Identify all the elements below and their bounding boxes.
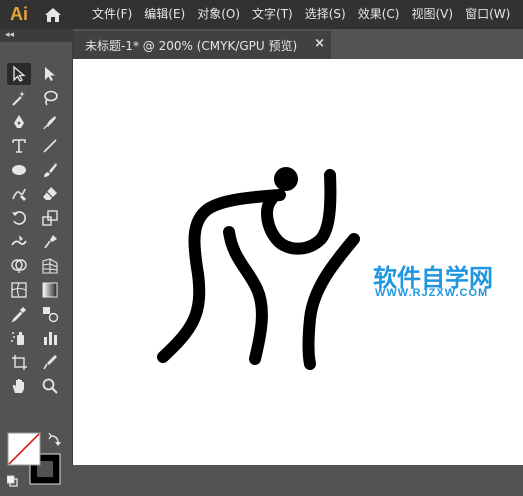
ellipse-icon: [12, 165, 26, 175]
rotate-tool[interactable]: [7, 207, 31, 229]
artboard-tool[interactable]: [7, 351, 31, 373]
scale-tool[interactable]: [38, 207, 62, 229]
menu-type[interactable]: 文字(T): [246, 0, 299, 29]
artboard-icon: [12, 355, 27, 370]
app-logo: Ai: [10, 4, 28, 24]
document-tab[interactable]: 未标题-1* @ 200% (CMYK/GPU 预览) ×: [73, 31, 331, 59]
shaper-icon: [12, 188, 26, 201]
menu-file[interactable]: 文件(F): [86, 0, 138, 29]
default-fill-stroke-icon[interactable]: [6, 475, 18, 487]
menu-window[interactable]: 窗口(W): [459, 0, 516, 29]
perspective-grid-icon: [42, 258, 58, 274]
mesh-tool[interactable]: [7, 279, 31, 301]
blend-icon: [43, 307, 59, 323]
perspective-grid-tool[interactable]: [38, 255, 62, 277]
symbol-sprayer-tool[interactable]: [7, 327, 31, 349]
figure-leg-middle: [223, 226, 268, 365]
lasso-icon: [44, 90, 58, 106]
eyedropper-icon: [11, 307, 26, 323]
warp-tool[interactable]: [7, 231, 31, 253]
paintbrush-icon: [44, 163, 57, 177]
eraser-icon: [43, 187, 57, 200]
shape-builder-icon: [11, 259, 27, 273]
puppet-warp-tool[interactable]: [38, 231, 62, 253]
menu-select[interactable]: 选择(S): [299, 0, 352, 29]
pen-tool[interactable]: [7, 111, 31, 133]
curvature-icon: [43, 116, 56, 130]
slice-icon: [43, 355, 57, 370]
symbol-sprayer-icon: [11, 332, 24, 345]
line-segment-tool[interactable]: [38, 135, 62, 157]
tools-panel: ◂◂: [0, 29, 73, 487]
fill-swatch[interactable]: [7, 432, 41, 466]
column-graph-tool[interactable]: [38, 327, 62, 349]
type-icon: [12, 139, 26, 153]
rotate-icon: [12, 211, 26, 225]
line-segment-icon: [43, 139, 57, 153]
figure-leg-right: [302, 233, 360, 370]
watermark-url: WWW.RJZXW.COM: [375, 287, 489, 299]
ellipse-tool[interactable]: [7, 159, 31, 181]
type-tool[interactable]: [7, 135, 31, 157]
menu-effect[interactable]: 效果(C): [352, 0, 406, 29]
curvature-tool[interactable]: [38, 111, 62, 133]
eraser-tool[interactable]: [38, 183, 62, 205]
hand-tool[interactable]: [7, 375, 31, 397]
paintbrush-tool[interactable]: [38, 159, 62, 181]
menu-object[interactable]: 对象(O): [191, 0, 246, 29]
shape-builder-tool[interactable]: [7, 255, 31, 277]
zoom-icon: [42, 378, 58, 394]
home-button[interactable]: [40, 0, 66, 29]
fill-stroke-swatches: [6, 432, 67, 492]
scale-icon: [42, 210, 58, 226]
blend-tool[interactable]: [38, 303, 62, 325]
selection-tool[interactable]: [7, 63, 31, 85]
zoom-tool[interactable]: [38, 375, 62, 397]
shaper-tool[interactable]: [7, 183, 31, 205]
column-graph-icon: [44, 332, 57, 345]
tools-panel-collapse[interactable]: ◂◂: [0, 29, 72, 42]
dancer-figure[interactable]: [157, 167, 360, 370]
lasso-tool[interactable]: [38, 87, 62, 109]
menu-bar: Ai 文件(F) 编辑(E) 对象(O) 文字(T) 选择(S) 效果(C) 视…: [0, 0, 523, 29]
pen-icon: [14, 115, 24, 128]
close-tab-icon[interactable]: ×: [314, 36, 325, 51]
hand-icon: [13, 379, 24, 393]
selection-icon: [13, 65, 26, 82]
mesh-icon: [11, 282, 27, 298]
menu-view[interactable]: 视图(V): [405, 0, 459, 29]
figure-head: [274, 167, 298, 191]
swap-fill-stroke-icon[interactable]: [48, 432, 61, 446]
gradient-tool[interactable]: [38, 279, 62, 301]
slice-tool[interactable]: [38, 351, 62, 373]
magic-wand-tool[interactable]: [7, 87, 31, 109]
eyedropper-tool[interactable]: [7, 303, 31, 325]
direct-selection-icon: [45, 67, 55, 81]
direct-selection-tool[interactable]: [38, 63, 62, 85]
puppet-warp-icon: [44, 235, 57, 249]
gradient-icon: [42, 282, 58, 298]
magic-wand-icon: [12, 91, 25, 106]
menu-edit[interactable]: 编辑(E): [138, 0, 191, 29]
document-tab-title: 未标题-1* @ 200% (CMYK/GPU 预览): [85, 38, 298, 53]
warp-icon: [11, 235, 27, 246]
document-tab-bar: 未标题-1* @ 200% (CMYK/GPU 预览) ×: [73, 29, 523, 59]
home-icon: [45, 7, 61, 22]
